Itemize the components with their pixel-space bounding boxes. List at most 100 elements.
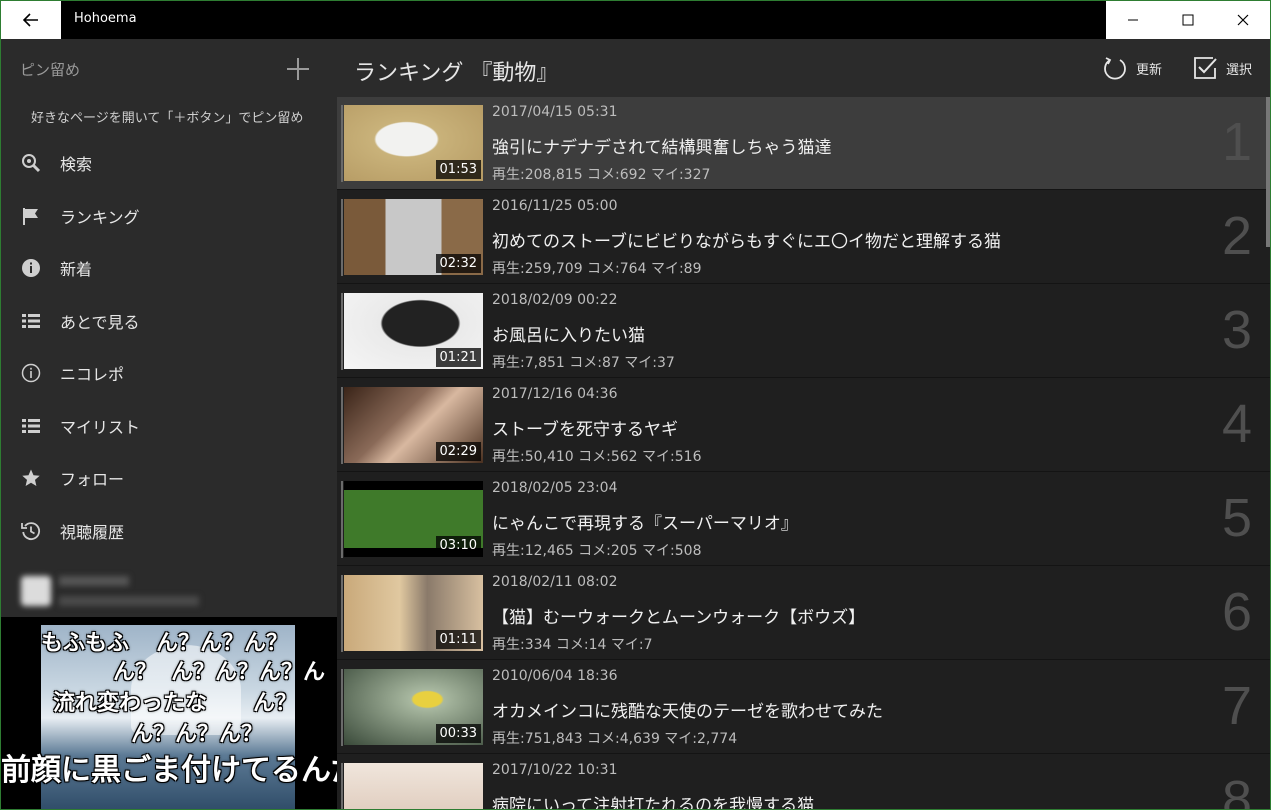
app-title: Hohoema [74, 11, 137, 26]
list-icon [21, 311, 41, 331]
video-date: 2017/10/22 10:31 [492, 762, 618, 778]
rank-number: 8 [1221, 770, 1252, 810]
window-controls [1106, 1, 1270, 39]
list-icon [21, 416, 41, 436]
minimize-icon [1128, 19, 1139, 21]
rank-number: 3 [1221, 300, 1252, 360]
danmaku-comment: ん？ん？ん？ [131, 722, 264, 747]
rank-number: 5 [1221, 488, 1252, 548]
video-title: 【猫】むーウォークとムーンウォーク【ボウズ】 [492, 608, 866, 628]
select-button[interactable]: 選択 [1192, 53, 1252, 83]
duration-badge: 01:21 [435, 348, 481, 367]
rank-indicator [341, 293, 343, 370]
pin-header: ピン留め [20, 61, 81, 79]
sidebar: ピン留め 好きなページを開いて「＋ボタン」でピン留め 検索 ランキング 新着 あ… [1, 39, 337, 809]
duration-badge: 01:53 [435, 160, 481, 179]
list-item[interactable]: 02:32 2016/11/25 05:00 初めてのストーブにビビりながらもす… [337, 191, 1270, 284]
sidebar-item-follow[interactable]: フォロー [1, 452, 337, 505]
sidebar-item-history[interactable]: 視聴履歴 [1, 505, 337, 558]
sidebar-item-label: マイリスト [60, 417, 141, 437]
sidebar-item-nicorepo[interactable]: ニコレポ [1, 347, 337, 400]
video-stats: 再生:334 コメ:14 マイ:7 [492, 637, 653, 653]
rank-number: 6 [1221, 582, 1252, 642]
account-name-blurred [59, 576, 129, 586]
info-icon [21, 258, 41, 278]
danmaku-comment: ん？ん？ん？ [156, 631, 289, 656]
star-icon [21, 468, 41, 488]
sidebar-item-label: フォロー [60, 470, 125, 490]
select-label: 選択 [1226, 62, 1253, 78]
maximize-icon [1182, 14, 1194, 26]
nav-menu: 検索 ランキング 新着 あとで見る ニコレポ マイリスト フォロー 視聴履歴 [1, 137, 337, 557]
page-title: ランキング 『動物』 [354, 61, 559, 86]
video-thumbnail: 01:21 [344, 293, 483, 369]
sidebar-item-label: 検索 [60, 155, 93, 175]
sidebar-item-label: ニコレポ [60, 365, 125, 385]
refresh-label: 更新 [1136, 62, 1163, 78]
sidebar-item-search[interactable]: 検索 [1, 137, 337, 190]
app-window: Hohoema ピン留め 好きなページを開いて「＋ボタン」でピン留め 検索 ラン… [0, 0, 1271, 810]
avatar [21, 576, 51, 606]
video-stats: 再生:751,843 コメ:4,639 マイ:2,774 [492, 731, 738, 747]
video-title: 強引にナデナデされて結構興奮しちゃう猫達 [492, 138, 832, 158]
video-thumbnail [344, 763, 483, 809]
list-item[interactable]: 03:10 2018/02/05 23:04 にゃんこで再現する『スーパーマリオ… [337, 473, 1270, 566]
rank-number: 1 [1221, 112, 1252, 172]
danmaku-comment: ん？ [253, 691, 298, 716]
video-date: 2016/11/25 05:00 [492, 198, 618, 214]
sidebar-item-mylist[interactable]: マイリスト [1, 400, 337, 453]
list-item[interactable]: 01:53 2017/04/15 05:31 強引にナデナデされて結構興奮しちゃ… [337, 97, 1270, 190]
sidebar-item-ranking[interactable]: ランキング [1, 190, 337, 243]
list-item[interactable]: 01:21 2018/02/09 00:22 お風呂に入りたい猫 再生:7,85… [337, 285, 1270, 378]
sidebar-item-watch-later[interactable]: あとで見る [1, 295, 337, 348]
rank-indicator [341, 481, 343, 558]
video-stats: 再生:208,815 コメ:692 マイ:327 [492, 167, 711, 183]
rank-indicator [341, 669, 343, 746]
duration-badge: 00:33 [435, 724, 481, 743]
video-title: 病院にいって注射打たれるのを我慢する猫 [492, 796, 815, 810]
video-stats: 再生:50,410 コメ:562 マイ:516 [492, 449, 702, 465]
info-outline-icon [21, 363, 41, 383]
duration-badge: 01:11 [435, 630, 481, 649]
close-button[interactable] [1215, 1, 1270, 39]
list-item[interactable]: 02:29 2017/12/16 04:36 ストーブを死守するヤギ 再生:50… [337, 379, 1270, 472]
sidebar-item-new[interactable]: 新着 [1, 242, 337, 295]
video-title: 初めてのストーブにビビりながらもすぐにエ〇イ物だと理解する猫 [492, 232, 1001, 252]
danmaku-comment: もふもふ [41, 631, 130, 656]
danmaku-comment: 前顔に黒ごま付けてるんだ [1, 753, 337, 788]
video-date: 2010/06/04 18:36 [492, 668, 618, 684]
sidebar-item-label: ランキング [60, 207, 140, 227]
video-date: 2017/12/16 04:36 [492, 386, 618, 402]
video-stats: 再生:7,851 コメ:87 マイ:37 [492, 355, 675, 371]
duration-badge: 02:32 [435, 254, 481, 273]
add-pin-button[interactable] [284, 55, 312, 83]
sidebar-item-label: 新着 [60, 260, 93, 280]
video-date: 2017/04/15 05:31 [492, 104, 618, 120]
sidebar-item-label: 視聴履歴 [60, 522, 125, 542]
video-thumbnail: 02:32 [344, 199, 483, 275]
video-thumbnail: 00:33 [344, 669, 483, 745]
refresh-button[interactable]: 更新 [1102, 53, 1162, 83]
scrollbar[interactable] [1266, 97, 1270, 247]
history-icon [21, 521, 41, 541]
sidebar-item-label: あとで見る [60, 312, 140, 332]
video-title: ストーブを死守するヤギ [492, 420, 678, 440]
pin-hint: 好きなページを開いて「＋ボタン」でピン留め [31, 111, 304, 126]
main-header: ランキング 『動物』 更新 選択 [337, 39, 1270, 97]
video-thumbnail: 01:11 [344, 575, 483, 651]
list-item[interactable]: 2017/10/22 10:31 病院にいって注射打たれるのを我慢する猫 8 [337, 755, 1270, 810]
video-title: にゃんこで再現する『スーパーマリオ』 [492, 514, 798, 534]
back-button[interactable] [1, 1, 61, 39]
list-item[interactable]: 00:33 2010/06/04 18:36 オカメインコに残酷な天使のテーゼを… [337, 661, 1270, 754]
video-thumbnail: 01:53 [344, 105, 483, 181]
rank-indicator [341, 199, 343, 276]
list-item[interactable]: 01:11 2018/02/11 08:02 【猫】むーウォークとムーンウォーク… [337, 567, 1270, 660]
account-area[interactable] [21, 572, 321, 616]
plus-icon [287, 58, 309, 80]
rank-number: 7 [1221, 676, 1252, 736]
maximize-button[interactable] [1161, 1, 1216, 39]
back-arrow-icon [23, 13, 38, 27]
mini-player[interactable]: もふもふ ん？ん？ん？ ん？ ん？ん？ん？ん 流れ変わったな ん？ ん？ん？ん？… [1, 617, 337, 809]
checkbox-icon [1194, 57, 1217, 79]
minimize-button[interactable] [1106, 1, 1161, 39]
